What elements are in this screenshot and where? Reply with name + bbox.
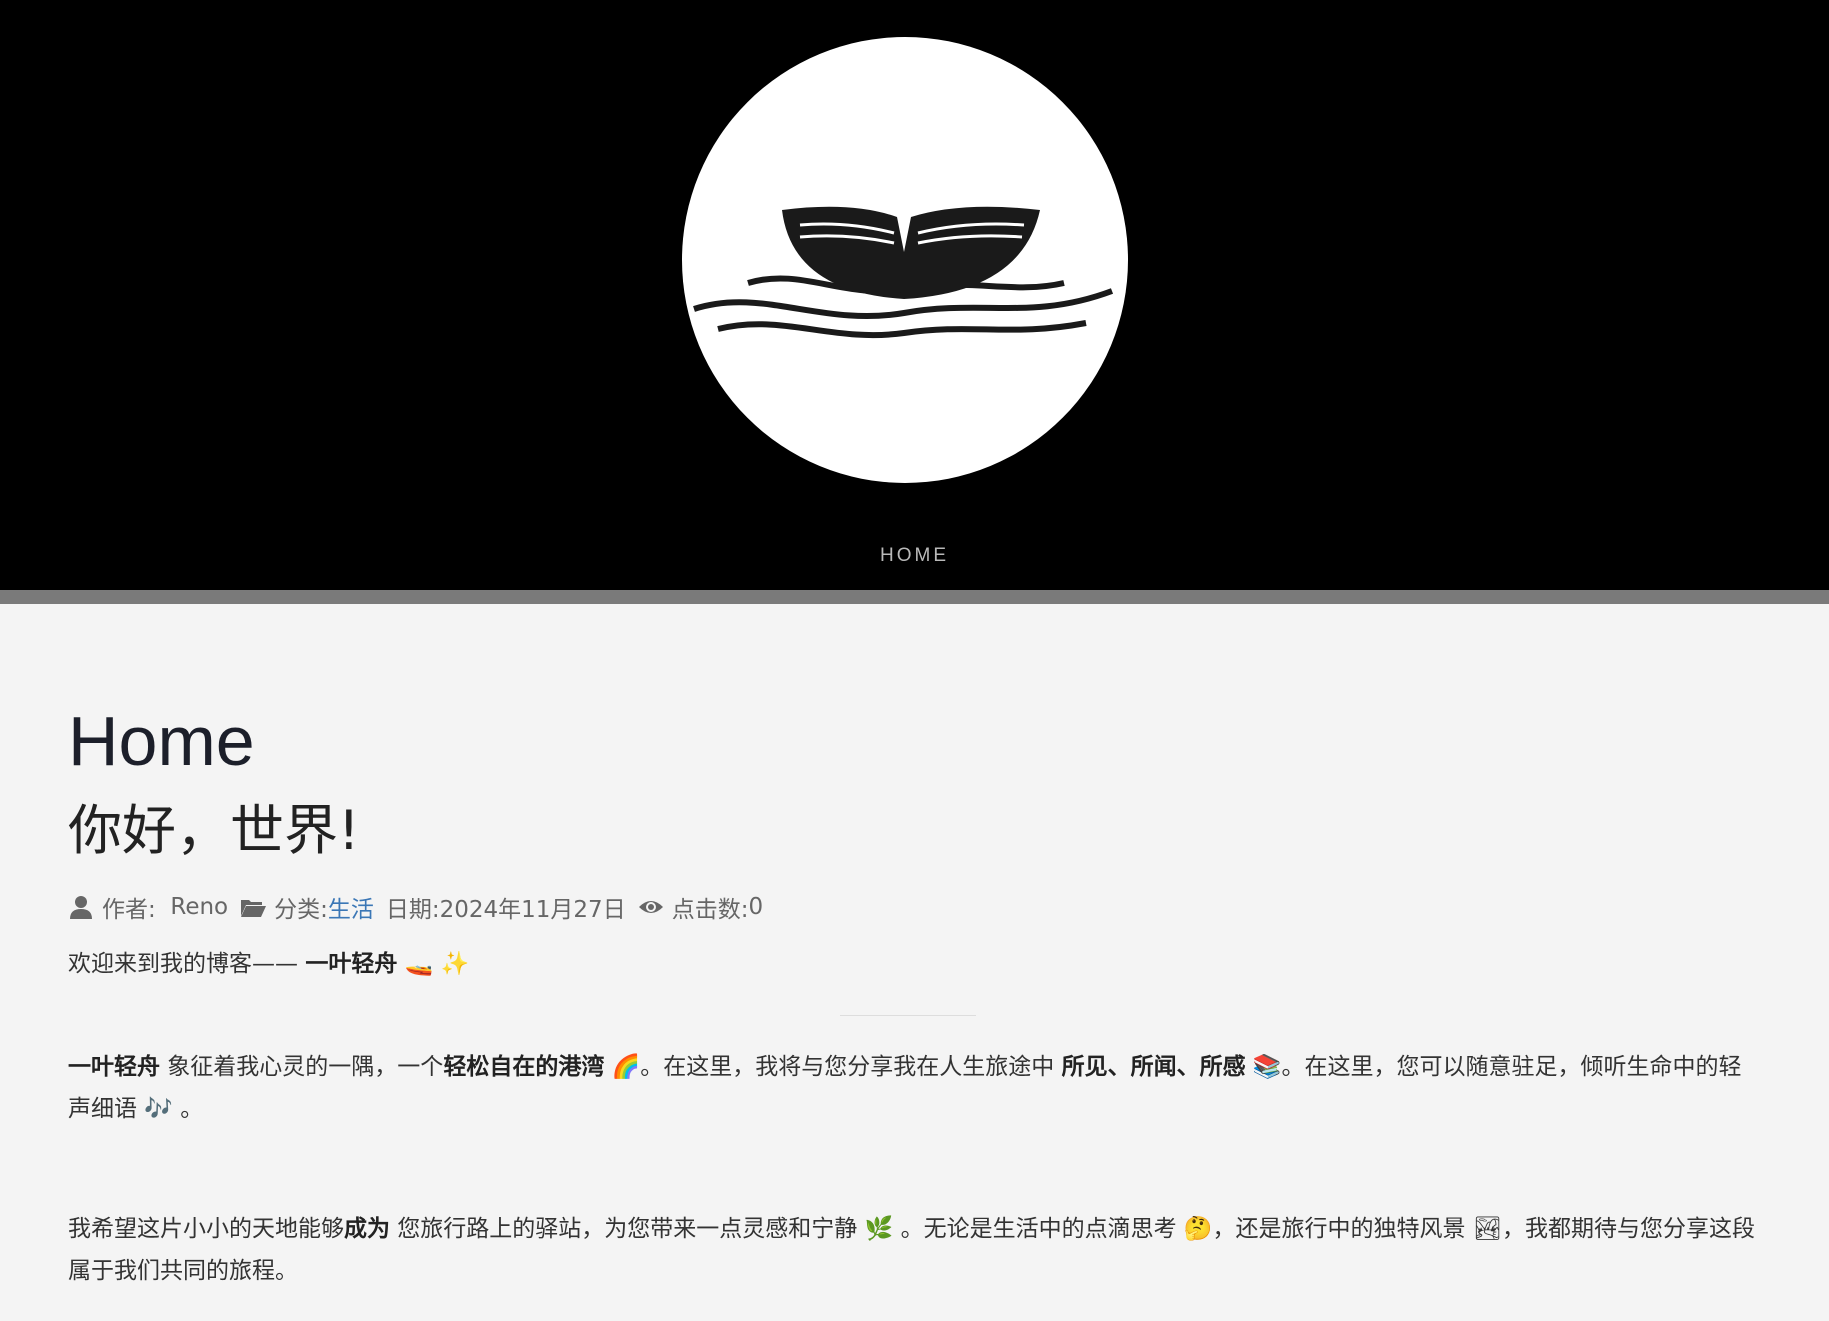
views-count: 0 [748,894,764,920]
date-label: 日期: [385,897,440,923]
content-divider [840,1015,976,1016]
header-divider-bar [0,590,1829,604]
herb-emoji: 🌿 [864,1216,894,1242]
p2-text-2: 您旅行路上的驿站，为您带来一点灵感和宁静 [390,1216,865,1242]
p2-bold-1: 成为 [344,1216,390,1242]
eye-icon [638,894,664,920]
views-label: 点击数: [671,897,749,923]
p2-text-3: 。无论是生活中的点滴思考 [893,1216,1184,1242]
author-label: 作者: [102,897,156,923]
p1-text-4: 。 [172,1096,204,1122]
landscape-emoji: 🏞 [1472,1216,1503,1242]
intro-bold: 一叶轻舟 [305,951,398,977]
nav-home-link[interactable]: HOME [0,545,1829,567]
page-title: Home [68,702,255,780]
books-emoji: 📚 [1245,1054,1282,1080]
intro-line: 欢迎来到我的博客—— 一叶轻舟 🚤 ✨ [68,944,469,978]
rainbow-emoji: 🌈 [604,1054,641,1080]
author-name: Reno [170,894,229,920]
p2-text-1: 我希望这片小小的天地能够 [68,1216,344,1242]
post-date: 2024年11月27日 [439,897,626,923]
category-link[interactable]: 生活 [328,890,374,924]
p1-bold-1: 一叶轻舟 [68,1054,160,1080]
boat-logo[interactable] [682,37,1128,483]
site-header: HOME [0,0,1829,590]
thinking-emoji: 🤔 [1183,1216,1213,1242]
folder-icon [240,894,267,920]
p2-text-4: ，还是旅行中的独特风景 [1212,1216,1473,1242]
user-icon [68,894,94,920]
intro-text: 欢迎来到我的博客—— [68,951,306,977]
p1-text-1: 象征着我心灵的一隅，一个 [160,1054,444,1080]
p1-text-2: 。在这里，我将与您分享我在人生旅途中 [640,1054,1062,1080]
paragraph-1: 一叶轻舟 象征着我心灵的一隅，一个轻松自在的港湾 🌈。在这里，我将与您分享我在人… [68,1046,1758,1130]
intro-emojis: 🚤 ✨ [404,951,470,977]
p1-bold-3: 所见、所闻、所感 [1061,1054,1246,1080]
p1-bold-2: 轻松自在的港湾 [443,1054,605,1080]
post-meta: 作者: Reno 分类: 生活 日期: 2024年11月27日 点击数: 0 [68,890,763,924]
music-emoji: 🎶 [144,1096,173,1122]
post-title[interactable]: 你好，世界! [68,804,360,858]
category-label: 分类: [274,897,328,923]
paragraph-2: 我希望这片小小的天地能够成为 您旅行路上的驿站，为您带来一点灵感和宁静 🌿 。无… [68,1208,1758,1292]
